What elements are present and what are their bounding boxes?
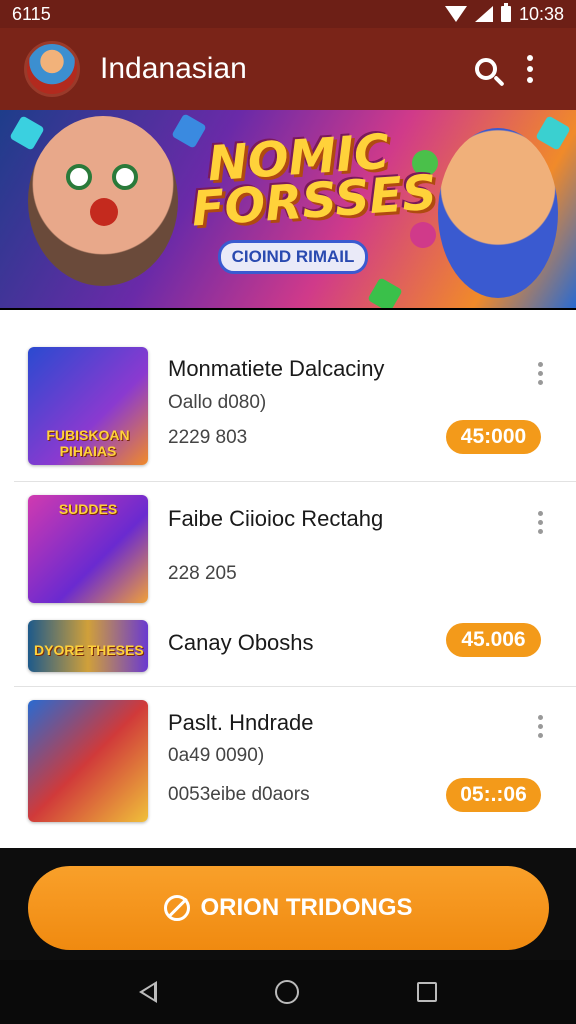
more-vert-icon bbox=[527, 55, 533, 83]
item-subtitle: 0a49 0090) bbox=[168, 745, 265, 766]
monster-icon bbox=[405, 217, 441, 253]
gem-icon bbox=[535, 115, 571, 151]
goblin-character bbox=[28, 116, 178, 286]
price-badge[interactable]: 05:.:06 bbox=[446, 778, 541, 812]
status-icons: 10:38 bbox=[444, 3, 564, 25]
cta-label: ORION TRIDONGS bbox=[200, 894, 413, 921]
signal-icon bbox=[474, 6, 493, 22]
app-title: Indanasian bbox=[100, 52, 247, 85]
overflow-menu-button[interactable] bbox=[508, 47, 552, 91]
avatar-icon[interactable] bbox=[24, 41, 80, 97]
system-nav-bar bbox=[0, 960, 576, 1024]
item-menu-icon[interactable] bbox=[538, 511, 543, 534]
primary-cta-button[interactable]: ORION TRIDONGS bbox=[28, 866, 549, 950]
battery-icon bbox=[500, 3, 511, 22]
status-time-right: 10:38 bbox=[518, 3, 564, 24]
game-thumbnail[interactable]: FUBISKOAN PIHAIAS bbox=[28, 347, 148, 465]
game-thumbnail[interactable]: DYORE THESES bbox=[28, 620, 148, 672]
block-icon bbox=[164, 895, 191, 921]
item-meta: 0053eibe d0aors bbox=[168, 784, 310, 805]
gem-icon bbox=[367, 277, 403, 308]
back-icon[interactable] bbox=[139, 981, 157, 1003]
promo-banner[interactable]: NOMIC FORSSES bbox=[0, 110, 576, 308]
wifi-icon bbox=[444, 6, 467, 22]
gem-icon bbox=[9, 115, 45, 151]
price-badge[interactable]: 45.006 bbox=[446, 623, 541, 657]
search-button[interactable] bbox=[464, 47, 508, 91]
recent-apps-icon[interactable] bbox=[417, 982, 437, 1002]
item-meta: 228 205 bbox=[168, 563, 237, 584]
item-subtitle: Oallo d080) bbox=[168, 392, 267, 413]
game-list: FUBISKOAN PIHAIAS Monmatiete Dalcaciny O… bbox=[0, 310, 576, 848]
item-title[interactable]: Paslt. Hndrade bbox=[168, 710, 314, 736]
status-bar: 6115 10:38 bbox=[0, 0, 576, 28]
thumbnail-label: DYORE THESES bbox=[34, 642, 144, 658]
item-menu-icon[interactable] bbox=[538, 715, 543, 738]
divider bbox=[14, 686, 576, 687]
price-badge[interactable]: 45:000 bbox=[446, 420, 541, 454]
banner-title: NOMIC FORSSES bbox=[189, 123, 439, 238]
thumbnail-label: SUDDES bbox=[58, 501, 118, 517]
item-title[interactable]: Monmatiete Dalcaciny bbox=[168, 356, 384, 382]
search-icon bbox=[475, 58, 497, 80]
home-icon[interactable] bbox=[275, 980, 299, 1004]
banner-subtitle: CIOIND RIMAIL bbox=[218, 240, 368, 274]
item-title[interactable]: Faibe Ciioioc Rectahg bbox=[168, 506, 383, 532]
thumbnail-label: FUBISKOAN PIHAIAS bbox=[46, 427, 130, 459]
divider bbox=[14, 481, 576, 482]
item-menu-icon[interactable] bbox=[538, 362, 543, 385]
game-thumbnail[interactable]: SUDDES bbox=[28, 495, 148, 603]
status-time-left: 6115 bbox=[12, 3, 51, 24]
game-thumbnail[interactable] bbox=[28, 700, 148, 822]
item-meta: 2229 803 bbox=[168, 427, 248, 448]
item-title[interactable]: Canay Oboshs bbox=[168, 630, 314, 656]
hero-character bbox=[438, 128, 558, 298]
app-bar: Indanasian bbox=[0, 28, 576, 110]
